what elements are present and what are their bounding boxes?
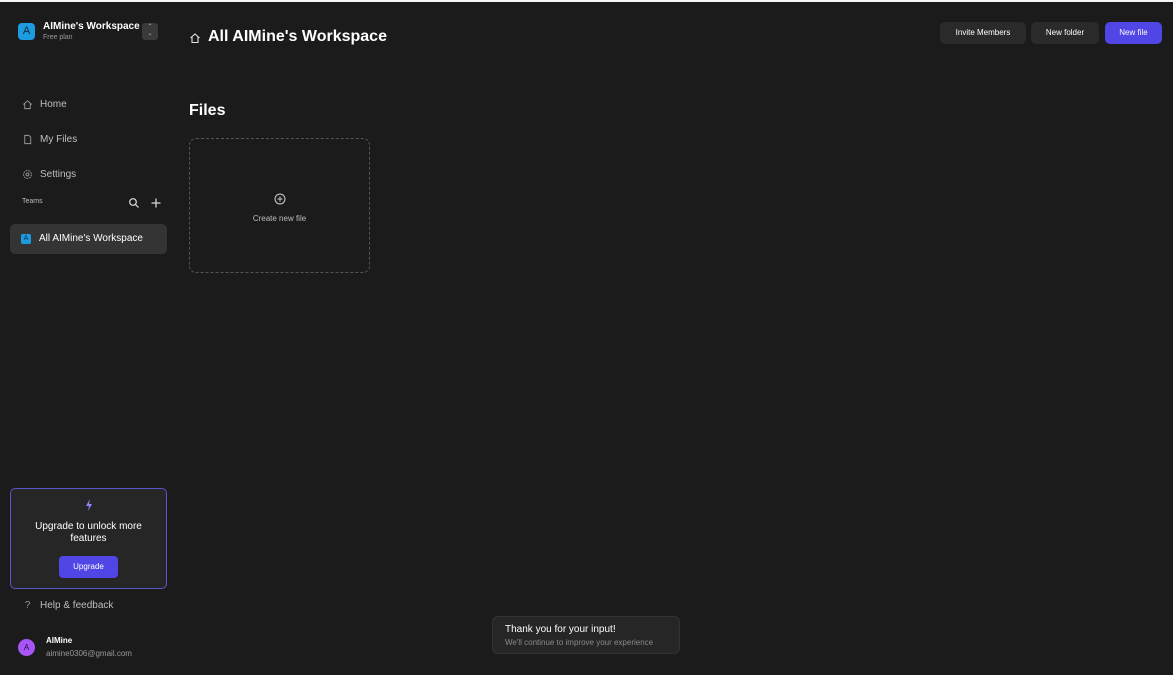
avatar: A [18,639,35,656]
user-profile[interactable]: A AIMine aimine0306@gmail.com [18,634,168,662]
upgrade-button[interactable]: Upgrade [59,556,118,578]
sidebar-item-home[interactable]: Home [22,95,162,113]
invite-members-button[interactable]: Invite Members [940,22,1026,44]
toast-notification: Thank you for your input! We'll continue… [492,616,680,654]
plus-circle-icon [274,192,286,205]
help-label: Help & feedback [40,600,114,611]
sidebar-item-label: My Files [40,133,78,145]
home-icon [22,99,33,110]
workspace-plan: Free plan [43,34,73,41]
upgrade-card: Upgrade to unlock more features Upgrade [10,488,167,589]
upgrade-text: Upgrade to unlock more features [35,521,142,544]
chevron-updown-icon[interactable]: ⌃ ⌄ [142,23,158,40]
page-title: All AIMine's Workspace [189,28,387,46]
page-title-text: All AIMine's Workspace [208,28,387,45]
sidebar-item-settings[interactable]: Settings [22,165,162,183]
app-window: A AIMine's Workspace Free plan ⌃ ⌄ Home M… [0,0,1173,675]
plus-icon[interactable] [150,196,162,208]
new-file-button[interactable]: New file [1105,22,1162,44]
new-folder-button[interactable]: New folder [1031,22,1099,44]
teams-label: Teams [22,198,43,205]
teams-header: Teams [22,195,162,211]
workspace-logo: A [18,23,35,40]
help-feedback-link[interactable]: ? Help & feedback [22,600,114,611]
toast-subtitle: We'll continue to improve your experienc… [505,638,654,647]
team-logo: A [21,234,31,244]
sidebar: A AIMine's Workspace Free plan ⌃ ⌄ Home M… [0,2,177,675]
search-icon[interactable] [128,196,140,208]
create-new-file-card[interactable]: Create new file [189,138,370,273]
workspace-switcher[interactable]: A AIMine's Workspace Free plan ⌃ ⌄ [18,20,160,46]
sidebar-item-my-files[interactable]: My Files [22,130,162,148]
gear-icon [22,169,33,180]
user-name: AIMine [46,636,73,645]
user-email: aimine0306@gmail.com [46,649,132,658]
file-icon [22,134,33,145]
home-icon [189,31,201,44]
sidebar-item-label: Home [40,98,67,110]
question-icon: ? [24,600,31,611]
files-heading: Files [189,102,226,119]
workspace-name: AIMine's Workspace [43,21,140,32]
create-new-file-label: Create new file [252,214,307,223]
toast-title: Thank you for your input! [505,624,616,635]
team-name: All AIMine's Workspace [39,233,143,244]
sidebar-item-label: Settings [40,168,77,180]
lightning-icon [83,498,95,512]
team-item-all-workspace[interactable]: A All AIMine's Workspace [10,224,167,254]
